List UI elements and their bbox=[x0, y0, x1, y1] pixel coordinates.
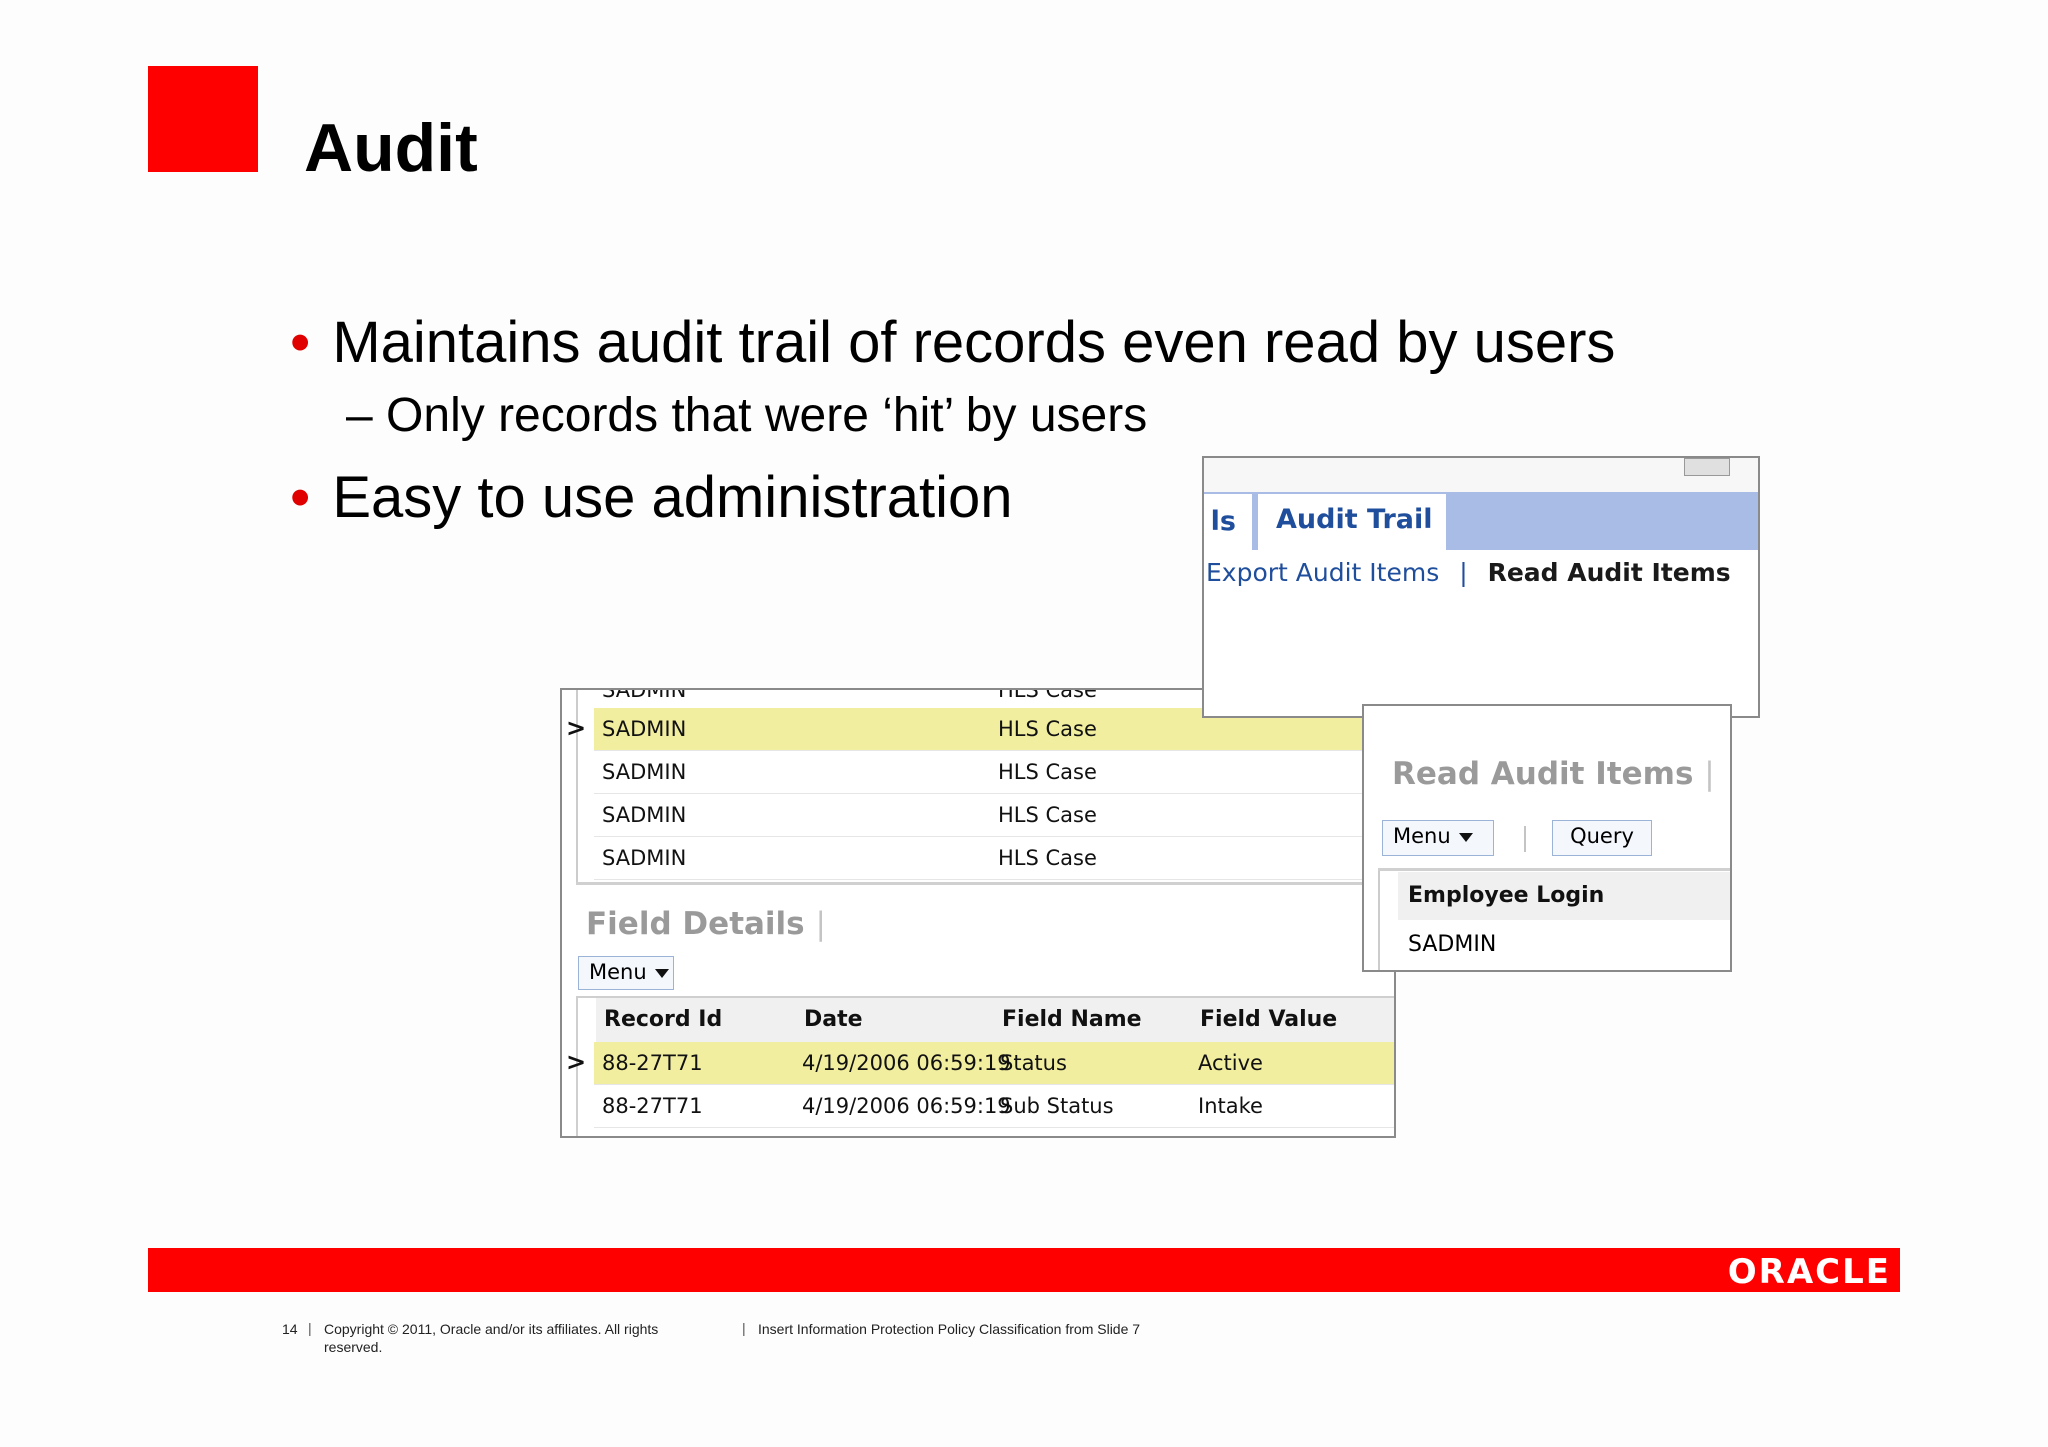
query-label: Query bbox=[1570, 824, 1634, 848]
col-field-name[interactable]: Field Name bbox=[1002, 1007, 1142, 1032]
object-cell: HLS Case bbox=[998, 717, 1097, 741]
col-record-id[interactable]: Record Id bbox=[604, 1007, 722, 1032]
audit-links: Export Audit Items | Read Audit Items bbox=[1206, 558, 1731, 587]
title-separator: | bbox=[815, 906, 826, 942]
object-cell: HLS Case bbox=[998, 846, 1097, 870]
copyright-line-1: Copyright © 2011, Oracle and/or its affi… bbox=[324, 1321, 659, 1337]
title-separator: | bbox=[1704, 756, 1715, 792]
tab-partial-label: ls bbox=[1210, 506, 1236, 537]
col-date[interactable]: Date bbox=[804, 1007, 863, 1032]
divider bbox=[576, 882, 1394, 885]
table-row[interactable]: 88-27T71 4/19/2006 06:59:19 Sub Status I… bbox=[594, 1085, 1394, 1128]
tab-audit-trail[interactable]: Audit Trail bbox=[1256, 494, 1446, 550]
audit-trail-panel: ls Audit Trail Export Audit Items | Read… bbox=[1202, 456, 1760, 718]
chevron-down-icon bbox=[1458, 832, 1473, 842]
field-details-title: Field Details | bbox=[586, 906, 826, 942]
object-cell: HLS Case bbox=[998, 760, 1097, 784]
menu-label: Menu bbox=[1393, 824, 1451, 848]
bullet-marker: • bbox=[290, 465, 311, 530]
employee-login-cell: SADMIN bbox=[1408, 932, 1497, 957]
read-audit-menu-button[interactable]: Menu bbox=[1382, 820, 1494, 856]
user-cell: SADMIN bbox=[602, 717, 687, 741]
page-number: 14 bbox=[282, 1321, 298, 1337]
tab-audit-trail-label: Audit Trail bbox=[1276, 504, 1433, 535]
bullet-2-text: Easy to use administration bbox=[332, 465, 1013, 530]
table-row[interactable]: SADMIN HLS Case bbox=[594, 794, 1394, 837]
field-value-cell: Active bbox=[1198, 1051, 1263, 1075]
chevron-down-icon bbox=[654, 968, 669, 978]
record-id-cell: 88-27T71 bbox=[602, 1094, 703, 1118]
table-row[interactable]: > 88-27T71 4/19/2006 06:59:19 Status Act… bbox=[566, 1042, 1394, 1085]
copyright: Copyright © 2011, Oracle and/or its affi… bbox=[324, 1320, 704, 1356]
footer-separator: | bbox=[742, 1320, 746, 1336]
field-name-cell: Sub Status bbox=[1000, 1094, 1114, 1118]
field-details-menu-button[interactable]: Menu bbox=[578, 956, 674, 990]
current-row-indicator-icon: > bbox=[566, 714, 587, 742]
footer-bar bbox=[148, 1248, 1900, 1292]
field-value-cell: Intake bbox=[1198, 1094, 1263, 1118]
col-employee-login[interactable]: Employee Login bbox=[1408, 883, 1604, 908]
menu-label: Menu bbox=[589, 960, 647, 984]
sub-bullet-1: – Only records that were ‘hit’ by users bbox=[346, 389, 1148, 442]
link-separator: | bbox=[1459, 558, 1468, 587]
oracle-logo: ORACLE bbox=[1727, 1252, 1891, 1292]
slide-title: Audit bbox=[304, 110, 478, 186]
read-audit-items-title: Read Audit Items | bbox=[1392, 756, 1715, 792]
date-cell: 4/19/2006 06:59:19 bbox=[802, 1051, 1011, 1075]
window-top-strip bbox=[1204, 458, 1758, 492]
field-name-cell: Status bbox=[1000, 1051, 1067, 1075]
read-audit-items-panel: Read Audit Items | Menu Query Employee L… bbox=[1362, 704, 1732, 972]
read-audit-items-title-text: Read Audit Items bbox=[1392, 756, 1694, 792]
copyright-line-2: reserved. bbox=[324, 1339, 383, 1355]
user-cell: SADMIN bbox=[602, 803, 687, 827]
bullet-marker: • bbox=[290, 310, 311, 375]
footer-separator: | bbox=[308, 1320, 312, 1336]
divider bbox=[1378, 868, 1730, 871]
classification-text: Insert Information Protection Policy Cla… bbox=[758, 1321, 1141, 1337]
read-audit-items-link[interactable]: Read Audit Items bbox=[1488, 558, 1731, 587]
record-id-cell: 88-27T71 bbox=[602, 1051, 703, 1075]
user-cell: SADMIN bbox=[602, 846, 687, 870]
table-left-border bbox=[1378, 871, 1380, 970]
audit-list-panel: SADMIN HLS Case > SADMIN HLS Case SADMIN… bbox=[560, 688, 1396, 1138]
table-row[interactable]: SADMIN HLS Case bbox=[594, 837, 1394, 880]
tab-partial[interactable]: ls bbox=[1204, 494, 1252, 550]
field-details-title-text: Field Details bbox=[586, 906, 805, 942]
object-cell: HLS Case bbox=[998, 803, 1097, 827]
table-row[interactable]: SADMIN bbox=[1398, 920, 1730, 970]
current-row-indicator-icon: > bbox=[566, 1048, 587, 1076]
bullet-2: • Easy to use administration bbox=[290, 463, 1013, 533]
bullet-1: • Maintains audit trail of records even r… bbox=[290, 308, 1615, 378]
scrollbar-thumb[interactable] bbox=[1684, 458, 1730, 476]
user-cell: SADMIN bbox=[602, 760, 687, 784]
export-audit-items-link[interactable]: Export Audit Items bbox=[1206, 558, 1439, 587]
bullet-1-text: Maintains audit trail of records even re… bbox=[332, 310, 1616, 375]
table-header: Record Id Date Field Name Field Value bbox=[596, 998, 1394, 1042]
toolbar-separator bbox=[1524, 826, 1526, 852]
table-row[interactable]: SADMIN HLS Case bbox=[594, 751, 1394, 794]
query-button[interactable]: Query bbox=[1552, 820, 1652, 856]
col-field-value[interactable]: Field Value bbox=[1200, 1007, 1337, 1032]
title-accent-square bbox=[148, 66, 258, 172]
date-cell: 4/19/2006 06:59:19 bbox=[802, 1094, 1011, 1118]
table-header: Employee Login bbox=[1398, 872, 1730, 920]
